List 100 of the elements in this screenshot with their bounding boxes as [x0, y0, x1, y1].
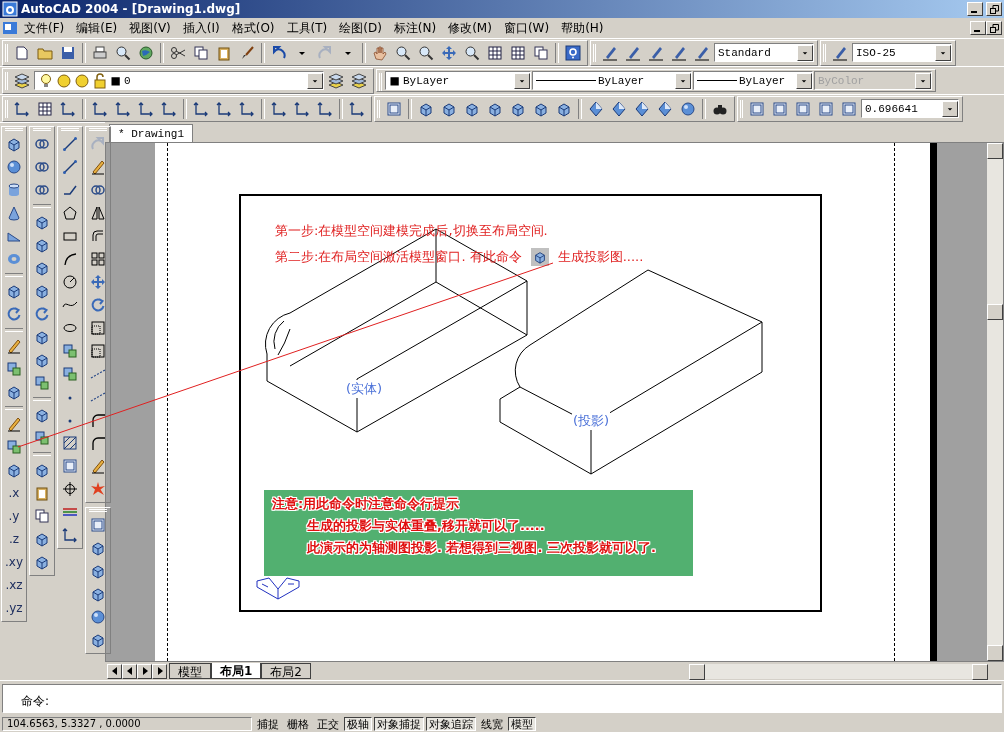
- cube-icon[interactable]: [34, 531, 50, 547]
- menu-item[interactable]: 标注(N): [387, 19, 443, 37]
- axis-filter-button[interactable]: .x: [3, 482, 25, 504]
- hatch-icon[interactable]: [62, 435, 78, 451]
- status-toggle[interactable]: 模型: [508, 717, 536, 731]
- move-arrows-icon[interactable]: [441, 44, 457, 61]
- dropdown-button[interactable]: [675, 72, 691, 89]
- dimension-style-dropdown[interactable]: ISO-25: [852, 43, 952, 62]
- cube-icon[interactable]: [34, 407, 50, 423]
- axes-icon[interactable]: [193, 100, 209, 117]
- cube-icon[interactable]: [90, 540, 106, 556]
- circle-icon[interactable]: [62, 274, 78, 290]
- window-icon[interactable]: [749, 100, 765, 117]
- grid-icon[interactable]: [37, 100, 53, 117]
- layout-tab[interactable]: 布局1: [211, 663, 262, 679]
- status-toggle[interactable]: 对象追踪: [426, 717, 476, 731]
- status-toggle[interactable]: 线宽: [478, 717, 506, 731]
- horizontal-scrollbar[interactable]: [689, 663, 988, 679]
- axes-icon[interactable]: [317, 100, 333, 117]
- cube-icon[interactable]: [34, 329, 50, 345]
- cube-icon[interactable]: [34, 237, 50, 253]
- scroll-button[interactable]: [987, 645, 1003, 661]
- window-icon[interactable]: [795, 100, 811, 117]
- window-icon[interactable]: [841, 100, 857, 117]
- scroll-button[interactable]: [689, 663, 705, 680]
- line-icon[interactable]: [62, 159, 78, 175]
- cylinder-icon[interactable]: [6, 182, 22, 198]
- menu-item[interactable]: 插入(I): [176, 19, 226, 37]
- brush-icon[interactable]: [239, 44, 255, 61]
- rings-icon[interactable]: [34, 159, 50, 175]
- cube-icon[interactable]: [34, 260, 50, 276]
- menu-item[interactable]: 窗口(W): [497, 19, 556, 37]
- cube-icon[interactable]: [6, 283, 22, 299]
- axes-icon[interactable]: [216, 100, 232, 117]
- grid-icon[interactable]: [487, 44, 503, 61]
- rings-icon[interactable]: [34, 182, 50, 198]
- layers-icon[interactable]: [351, 72, 367, 89]
- grid-icon[interactable]: [510, 44, 526, 61]
- cube-icon[interactable]: [34, 352, 50, 368]
- pencil-icon[interactable]: [90, 458, 106, 474]
- tab-nav-button[interactable]: [107, 663, 122, 679]
- axis-filter-button[interactable]: .xz: [3, 574, 25, 596]
- axes-icon[interactable]: [62, 527, 78, 543]
- color-dropdown[interactable]: ByLayer: [385, 71, 531, 90]
- pen-icon[interactable]: [832, 44, 848, 61]
- rings-icon[interactable]: [90, 182, 106, 198]
- axes-icon[interactable]: [60, 100, 76, 117]
- layer-dropdown[interactable]: 0: [34, 71, 324, 90]
- view-scale-dropdown[interactable]: 0.696641: [861, 99, 959, 118]
- sphere-icon[interactable]: [680, 100, 696, 117]
- diamond-icon[interactable]: [634, 100, 650, 117]
- axis-filter-button[interactable]: .z: [3, 528, 25, 550]
- menu-item[interactable]: 文件(F): [18, 19, 71, 37]
- pages-icon[interactable]: [533, 44, 549, 61]
- sphere-icon[interactable]: [6, 159, 22, 175]
- pages-icon[interactable]: [193, 44, 209, 61]
- document-tab[interactable]: * Drawing1: [109, 124, 193, 142]
- restore-button[interactable]: [986, 2, 1002, 16]
- axis-filter-button[interactable]: .xy: [3, 551, 25, 573]
- blocks-icon[interactable]: [34, 375, 50, 391]
- menu-item[interactable]: 视图(V): [123, 19, 177, 37]
- blocks-icon[interactable]: [62, 343, 78, 359]
- tab-nav-button[interactable]: [122, 663, 137, 679]
- globe-icon[interactable]: [138, 44, 154, 61]
- line-icon[interactable]: [62, 136, 78, 152]
- magnifier-icon[interactable]: [115, 44, 131, 61]
- pen-icon[interactable]: [625, 44, 641, 61]
- diamond-icon[interactable]: [611, 100, 627, 117]
- array-icon[interactable]: [90, 251, 106, 267]
- printer-icon[interactable]: [92, 44, 108, 61]
- corner-icon[interactable]: [90, 435, 106, 451]
- window-icon[interactable]: [818, 100, 834, 117]
- status-toggle[interactable]: 极轴: [344, 717, 372, 731]
- pencil-icon[interactable]: [90, 159, 106, 175]
- status-toggle[interactable]: 正交: [314, 717, 342, 731]
- axis-filter-button[interactable]: .y: [3, 505, 25, 527]
- blocks-icon[interactable]: [6, 361, 22, 377]
- rotate-icon[interactable]: [6, 306, 22, 322]
- minimize-button[interactable]: [967, 2, 983, 16]
- window-icon[interactable]: [386, 100, 402, 117]
- blocks-icon[interactable]: [34, 430, 50, 446]
- rotate-icon[interactable]: [90, 297, 106, 313]
- blocks-icon[interactable]: [6, 439, 22, 455]
- offset-icon[interactable]: [90, 228, 106, 244]
- scale-icon[interactable]: [90, 320, 106, 336]
- cube-icon[interactable]: [90, 586, 106, 602]
- window-icon[interactable]: [90, 517, 106, 533]
- command-button[interactable]: [530, 248, 549, 266]
- sphere-icon[interactable]: [90, 609, 106, 625]
- axes-icon[interactable]: [138, 100, 154, 117]
- cube-icon[interactable]: [6, 462, 22, 478]
- status-toggle[interactable]: 栅格: [284, 717, 312, 731]
- cube-icon[interactable]: [90, 563, 106, 579]
- cube-icon[interactable]: [34, 214, 50, 230]
- scale-icon[interactable]: [90, 343, 106, 359]
- blocks-icon[interactable]: [62, 366, 78, 382]
- scissors-icon[interactable]: [170, 44, 186, 61]
- arc-icon[interactable]: [62, 251, 78, 267]
- menu-item[interactable]: 帮助(H): [555, 19, 610, 37]
- window-icon[interactable]: [62, 458, 78, 474]
